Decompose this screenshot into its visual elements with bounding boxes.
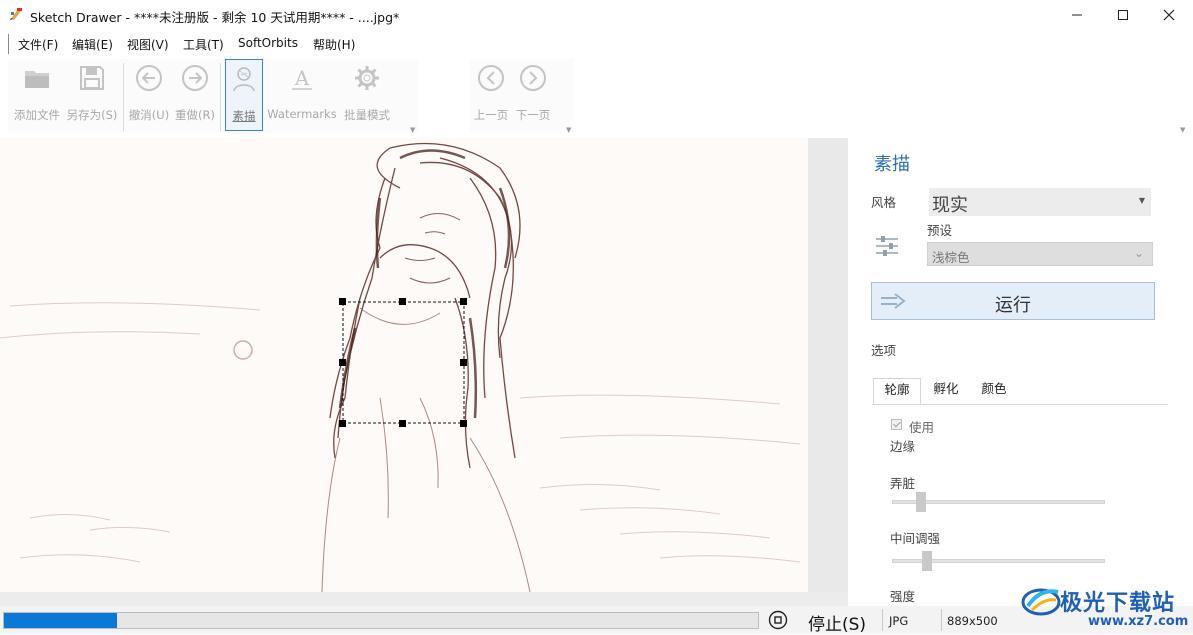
smudge-slider-thumb[interactable] (916, 492, 927, 512)
menu-edit[interactable]: 编辑(E) (72, 36, 113, 53)
menu-bar: 文件(F) 编辑(E) 视图(V) 工具(T) SoftOrbits 帮助(H) (0, 32, 1193, 54)
midtone-slider-thumb[interactable] (922, 551, 933, 571)
sketch-image (0, 142, 801, 592)
menu-file[interactable]: 文件(F) (18, 36, 58, 53)
svg-text:A: A (294, 66, 310, 90)
smudge-label: 弄脏 (890, 476, 916, 491)
midtone-label: 中间调强 (890, 531, 941, 546)
preset-dropdown[interactable]: 浅棕色 ⌄ (927, 242, 1153, 266)
toolbar-overflow-caret[interactable]: ▼ (566, 126, 571, 134)
floppy-disk-icon (80, 66, 104, 90)
save-as-button[interactable]: 另存为(S) (64, 59, 120, 131)
use-checkbox-label: 使用 (909, 420, 935, 435)
run-label: 运行 (995, 295, 1031, 316)
close-button[interactable] (1146, 0, 1192, 30)
arrow-left-circle-icon (478, 65, 504, 91)
watermark-title: 极光下载站 (1060, 591, 1176, 616)
panel-title: 素描 (874, 154, 910, 175)
style-label: 风格 (871, 195, 897, 210)
use-checkbox[interactable] (891, 419, 902, 430)
save-as-label: 另存为(S) (66, 108, 118, 122)
progress-bar (3, 612, 759, 629)
canvas-margin (808, 138, 848, 592)
menu-tools[interactable]: 工具(T) (183, 36, 224, 53)
dropdown-arrow-icon: ▼ (1138, 196, 1145, 205)
batch-mode-label: 批量模式 (344, 108, 390, 122)
sliders-settings-icon (876, 236, 898, 256)
undo-label: 撤消(U) (128, 108, 170, 122)
options-label: 选项 (871, 343, 897, 358)
run-button[interactable]: 运行 (871, 282, 1155, 320)
style-dropdown[interactable]: 现实 ▼ (929, 188, 1151, 216)
stop-icon[interactable] (768, 610, 788, 630)
edge-label: 边缘 (890, 439, 916, 454)
undo-button[interactable]: 撤消(U) (128, 59, 170, 131)
preset-label: 预设 (927, 223, 953, 238)
app-icon (9, 7, 23, 21)
redo-label: 重做(R) (175, 108, 215, 122)
status-separator (941, 609, 942, 631)
watermarks-button[interactable]: A Watermarks (265, 59, 339, 131)
toolbar-separator (123, 63, 124, 131)
tab-hatching[interactable]: 孵化 (922, 378, 970, 404)
menu-softorbits[interactable]: SoftOrbits (238, 36, 298, 50)
canvas-scroll-area[interactable] (0, 592, 848, 606)
arrow-right-circle-icon (520, 65, 546, 91)
folder-icon (25, 71, 49, 88)
site-watermark: 极光下载站 www.xz7.com (1020, 574, 1193, 634)
add-file-button[interactable]: 添加文件 (10, 59, 64, 131)
aurora-logo-icon (1021, 588, 1061, 616)
toolbar: 添加文件 另存为(S) 撤消(U) 重做(R) 素描 A Watermarks … (0, 57, 1193, 137)
toolbar-overflow-caret[interactable]: ▼ (1180, 126, 1185, 134)
next-page-button[interactable]: 下一页 (513, 59, 553, 131)
options-tabs: 轮廓 孵化 颜色 (872, 374, 1168, 405)
watermark-url: www.xz7.com (1088, 614, 1189, 629)
settings-panel: 素描 风格 现实 ▼ 预设 浅棕色 ⌄ 运行 选项 轮廓 孵化 颜色 使用 边缘… (848, 138, 1193, 608)
next-page-label: 下一页 (515, 108, 551, 122)
maximize-button[interactable] (1100, 0, 1146, 30)
batch-mode-button[interactable]: 批量模式 (341, 59, 393, 131)
title-bar: Sketch Drawer - ****未注册版 - 剩余 10 天试用期***… (0, 0, 1193, 30)
menu-view[interactable]: 视图(V) (127, 36, 169, 53)
toolbar-overflow-caret[interactable]: ▼ (410, 126, 415, 134)
minimize-icon (1072, 14, 1082, 16)
text-watermark-icon: A (292, 66, 312, 90)
status-separator (882, 609, 883, 631)
image-canvas[interactable] (0, 138, 808, 592)
redo-button[interactable]: 重做(R) (174, 59, 216, 131)
style-value: 现实 (932, 195, 968, 216)
stop-button[interactable]: 停止(S) (808, 610, 866, 635)
sketch-portrait-icon (233, 67, 255, 92)
tab-color[interactable]: 颜色 (970, 378, 1018, 404)
chevron-down-icon: ⌄ (1133, 246, 1144, 260)
sketch-label: 素描 (232, 109, 256, 123)
prev-page-button[interactable]: 上一页 (471, 59, 511, 131)
sketch-button[interactable]: 素描 (225, 59, 263, 131)
gear-icon (355, 66, 379, 90)
status-bar: 停止(S) JPG 889x500 (0, 606, 1193, 635)
arrow-left-circle-icon (136, 65, 162, 91)
close-icon (1163, 9, 1175, 21)
image-format: JPG (889, 614, 909, 628)
progress-fill (4, 613, 118, 628)
watermarks-label: Watermarks (267, 107, 337, 121)
maximize-icon (1118, 10, 1128, 20)
menu-help[interactable]: 帮助(H) (313, 36, 355, 53)
image-dimensions: 889x500 (947, 614, 998, 628)
preset-value: 浅棕色 (932, 250, 970, 265)
minimize-button[interactable] (1054, 0, 1100, 30)
window-title: Sketch Drawer - ****未注册版 - 剩余 10 天试用期***… (30, 10, 400, 25)
arrow-right-circle-icon (182, 65, 208, 91)
toolbar-separator (220, 63, 221, 131)
add-file-label: 添加文件 (14, 108, 60, 122)
prev-page-label: 上一页 (473, 108, 509, 122)
tab-outline[interactable]: 轮廓 (873, 378, 921, 404)
strength-label: 强度 (890, 589, 916, 604)
